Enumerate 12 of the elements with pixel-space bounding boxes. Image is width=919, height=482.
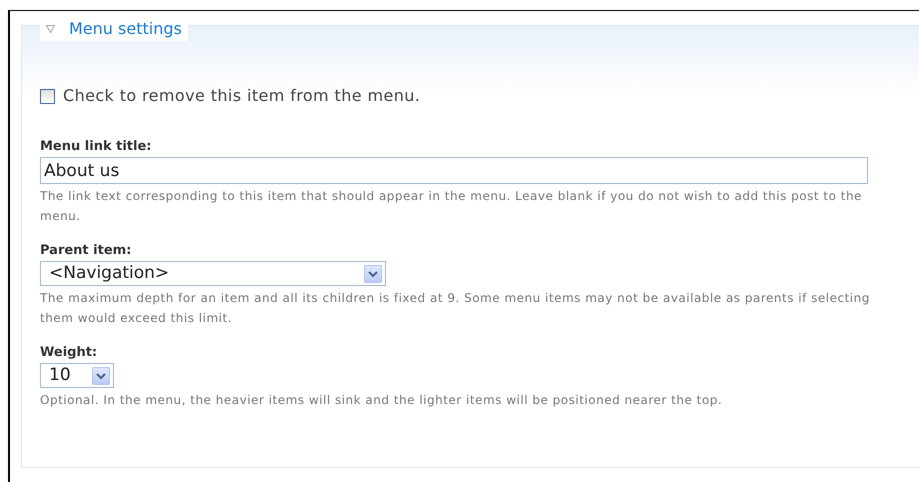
legend-title[interactable]: Menu settings <box>69 17 182 41</box>
select-field[interactable]: 10 <box>40 363 114 388</box>
select-field[interactable]: <Navigation> <box>40 261 386 286</box>
field-description: The link text corresponding to this item that should appear in the menu. Leave blank if you do not wish to add this post to the menu. <box>40 188 863 225</box>
field-description: Optional. In the menu, the heavier items will sink and the lighter items will be positioned nearer the top. <box>40 392 724 409</box>
checkbox-label: Check to remove this item from the menu. <box>63 85 420 107</box>
text-field[interactable]: About us <box>40 157 868 184</box>
field-label: Weight: <box>40 344 98 362</box>
field-label: Parent item: <box>40 242 132 260</box>
field-description: The maximum depth for an item and all its children is fixed at 9. Some menu items may not be available as parents if selecting them would exceed this limit. <box>40 290 871 327</box>
field-label: Menu link title: <box>40 138 152 156</box>
checkbox[interactable] <box>40 88 55 104</box>
